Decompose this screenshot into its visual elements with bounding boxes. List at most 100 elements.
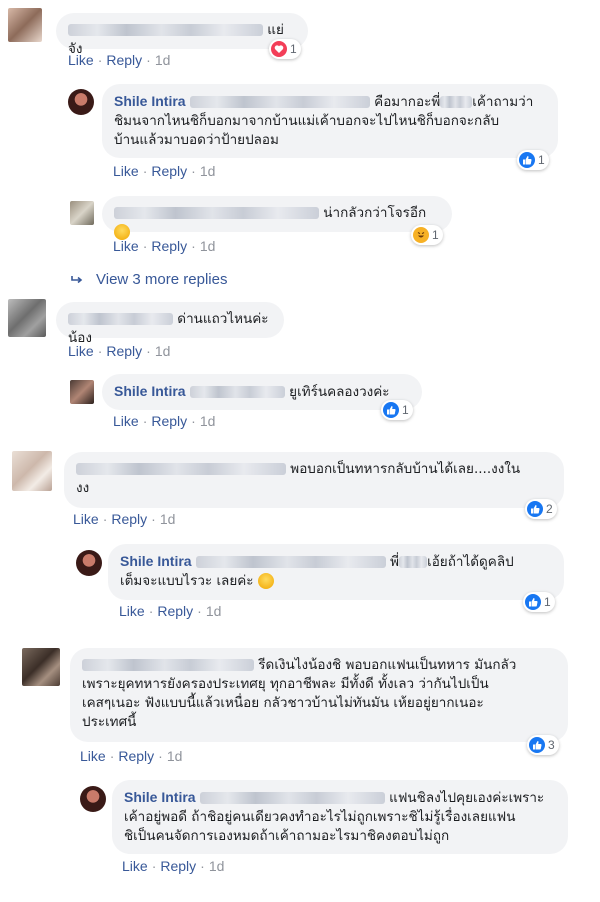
separator: · — [191, 238, 196, 254]
comment-bubble: พอบอกเป็นทหารกลับบ้านได้เลย....งงใน งง — [64, 452, 564, 508]
reaction-badge[interactable]: 3 — [527, 735, 559, 755]
reaction-badge[interactable]: 1 — [523, 592, 555, 612]
reply-text: แฟนชิลงไปคุยเองค่ะเพราะ — [389, 790, 545, 806]
redacted-name — [82, 659, 254, 671]
reply-arrow-icon — [71, 276, 83, 284]
like-link[interactable]: Like — [122, 858, 148, 874]
reply-bubble: Shile Intira คือมากอะพี่ เค้าถามว่า ชิมนจ… — [102, 84, 558, 158]
author-name[interactable]: Shile Intira — [120, 553, 192, 569]
author-name[interactable]: Shile Intira — [114, 383, 186, 399]
separator: · — [142, 163, 148, 179]
reply-bubble: Shile Intira ยูเทิร์นคลองวงค่ะ — [102, 374, 422, 410]
like-icon — [529, 737, 545, 753]
reaction-badge[interactable]: 1 — [269, 39, 301, 59]
reply-link[interactable]: Reply — [160, 858, 196, 874]
reaction-count: 1 — [432, 228, 439, 242]
timestamp[interactable]: 1d — [206, 603, 222, 619]
avatar[interactable] — [8, 299, 46, 337]
like-link[interactable]: Like — [68, 343, 94, 359]
separator: · — [200, 858, 205, 874]
like-link[interactable]: Like — [113, 163, 139, 179]
separator: · — [142, 413, 148, 429]
reply-actions: Like · Reply · 1d — [119, 603, 225, 619]
reaction-count: 1 — [544, 595, 551, 609]
reply-text: เค้าถามว่า — [472, 94, 534, 110]
avatar[interactable] — [70, 201, 94, 225]
like-icon — [525, 594, 541, 610]
separator: · — [158, 748, 163, 764]
reply-link[interactable]: Reply — [106, 343, 142, 359]
reply-text: พี่ — [390, 554, 400, 570]
reply-link[interactable]: Reply — [111, 511, 147, 527]
reaction-badge[interactable]: 1 — [381, 400, 413, 420]
like-icon — [519, 152, 535, 168]
comment-text: พอบอกเป็นทหารกลับบ้านได้เลย....งงใน — [290, 461, 521, 477]
avatar[interactable] — [70, 380, 94, 404]
like-link[interactable]: Like — [73, 511, 99, 527]
avatar[interactable] — [8, 8, 42, 42]
like-link[interactable]: Like — [113, 238, 139, 254]
avatar[interactable] — [68, 89, 94, 115]
comment-actions: Like · Reply · 1d — [73, 511, 179, 527]
reply-bubble: Shile Intira พี่ เอ้ยถ้าได้ดูคลิป เต็มจะแ… — [108, 544, 564, 600]
reply-link[interactable]: Reply — [157, 603, 193, 619]
reaction-badge[interactable]: 1 — [517, 150, 549, 170]
reply-link[interactable]: Reply — [106, 52, 142, 68]
like-icon — [383, 402, 399, 418]
redacted-name — [195, 556, 386, 568]
avatar[interactable] — [22, 648, 60, 686]
like-link[interactable]: Like — [113, 413, 139, 429]
reply-link[interactable]: Reply — [118, 748, 154, 764]
timestamp[interactable]: 1d — [155, 343, 171, 359]
reply-actions: Like · Reply · 1d — [113, 163, 219, 179]
avatar[interactable] — [80, 786, 106, 812]
avatar[interactable] — [76, 550, 102, 576]
avatar[interactable] — [12, 451, 52, 491]
reply-text: ชิมนจากไหนชิก็บอกมาจากบ้านแม่เค้าบอกจะไป… — [114, 113, 500, 129]
reply-actions: Like · Reply · 1d — [113, 413, 219, 429]
comment-text: งง — [76, 480, 90, 496]
reply-text: เอ้ยถ้าได้ดูคลิป — [427, 554, 514, 570]
view-more-replies[interactable]: View 3 more replies — [70, 271, 227, 288]
comment-actions: Like · Reply · 1d — [68, 343, 174, 359]
reaction-count: 1 — [538, 153, 545, 167]
like-link[interactable]: Like — [80, 748, 106, 764]
timestamp[interactable]: 1d — [160, 511, 176, 527]
separator: · — [142, 238, 148, 254]
comment-text: เพราะยุคทหารยังครองประเทศยุ ทุกอาชีพละ ม… — [82, 676, 489, 692]
like-link[interactable]: Like — [119, 603, 145, 619]
separator: · — [102, 511, 108, 527]
comment-bubble: ด่านแถวไหนค่ะน้อง — [56, 302, 284, 346]
timestamp[interactable]: 1d — [200, 238, 216, 254]
timestamp[interactable]: 1d — [167, 748, 183, 764]
redacted-name — [189, 386, 285, 398]
like-icon — [527, 501, 543, 517]
timestamp[interactable]: 1d — [209, 858, 225, 874]
separator: · — [191, 163, 196, 179]
author-name[interactable]: Shile Intira — [124, 789, 196, 805]
redacted-name — [440, 96, 473, 108]
timestamp[interactable]: 1d — [200, 163, 216, 179]
comment-text: รีดเงินไงน้องชิ พอบอกแฟนเป็นทหาร มันกลัว — [258, 657, 517, 673]
reaction-count: 3 — [548, 738, 555, 752]
reply-link[interactable]: Reply — [151, 413, 187, 429]
author-name[interactable]: Shile Intira — [114, 93, 186, 109]
comment-text: เคสๆเนอะ ฟังแบบนี้แล้วเหนื่อย กลัวชาวบ้า… — [82, 695, 484, 711]
redacted-name — [199, 792, 385, 804]
separator: · — [146, 52, 151, 68]
timestamp[interactable]: 1d — [200, 413, 216, 429]
reply-link[interactable]: Reply — [151, 238, 187, 254]
reaction-badge[interactable]: 2 — [525, 499, 557, 519]
reply-text: ยูเทิร์นคลองวงค่ะ — [289, 384, 390, 400]
separator: · — [148, 603, 154, 619]
separator: · — [109, 748, 115, 764]
separator: · — [146, 343, 151, 359]
reply-link[interactable]: Reply — [151, 163, 187, 179]
reply-text: น่ากลัวกว่าโจรอีก — [323, 205, 427, 221]
reaction-badge[interactable]: 1 — [411, 225, 443, 245]
like-link[interactable]: Like — [68, 52, 94, 68]
timestamp[interactable]: 1d — [155, 52, 171, 68]
redacted-name — [76, 463, 286, 475]
separator: · — [97, 52, 103, 68]
comment-text: ประเทศนี้ — [82, 714, 137, 730]
